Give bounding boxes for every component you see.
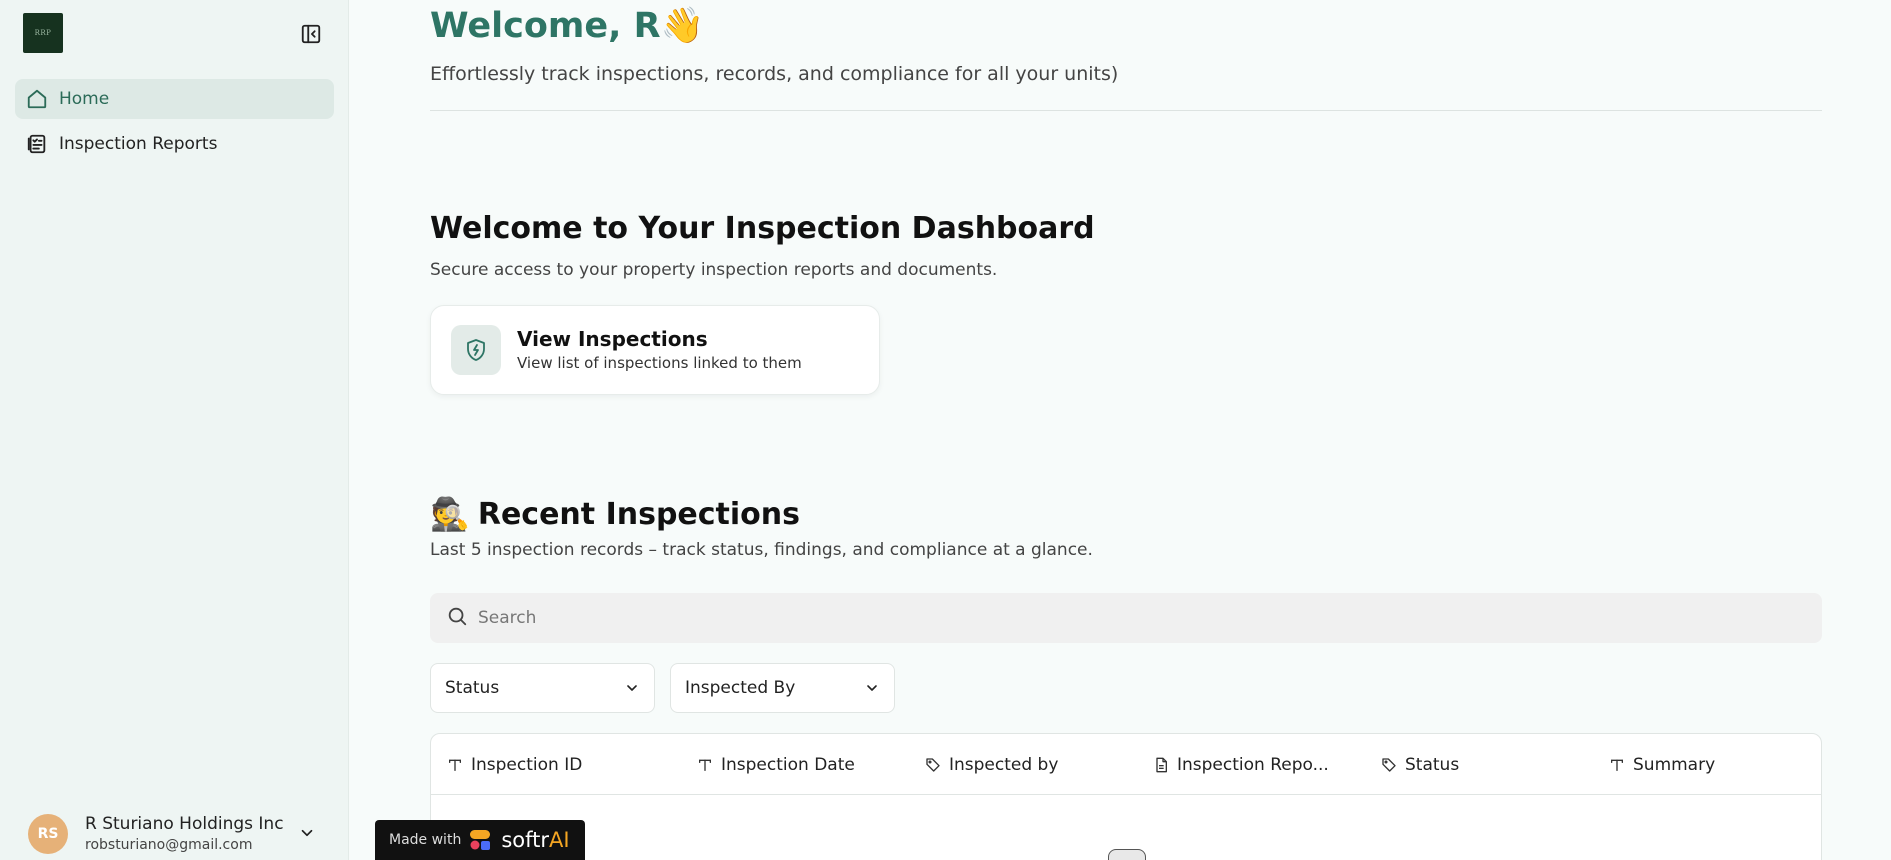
softr-logo-icon bbox=[469, 829, 491, 851]
divider bbox=[430, 110, 1822, 111]
recent-inspections-title: 🕵️ Recent Inspections bbox=[430, 495, 800, 533]
dashboard-title: Welcome to Your Inspection Dashboard bbox=[430, 211, 1095, 246]
welcome-text: Welcome, R bbox=[430, 6, 661, 46]
filter-label: Inspected By bbox=[685, 678, 796, 698]
view-inspections-card[interactable]: View Inspections View list of inspection… bbox=[430, 305, 880, 395]
search-icon bbox=[446, 605, 468, 631]
sidebar-item-inspection-reports[interactable]: Inspection Reports bbox=[15, 124, 334, 164]
column-header-inspected-by[interactable]: Inspected by bbox=[925, 734, 1058, 795]
column-header-inspection-report[interactable]: Inspection Repo... bbox=[1153, 734, 1329, 795]
user-email: robsturiano@gmail.com bbox=[85, 837, 253, 853]
made-with-softr-badge[interactable]: Made with softrAI bbox=[375, 820, 585, 860]
column-label: Status bbox=[1405, 754, 1460, 775]
column-label: Summary bbox=[1633, 754, 1716, 775]
card-description: View list of inspections linked to them bbox=[517, 354, 802, 372]
user-menu[interactable]: RS R Sturiano Holdings Inc robsturiano@g… bbox=[15, 808, 334, 860]
chevron-down-icon bbox=[867, 685, 877, 691]
sidebar-item-label: Home bbox=[59, 89, 110, 109]
status-filter-dropdown[interactable]: Status bbox=[430, 663, 655, 713]
dashboard-subtitle: Secure access to your property inspectio… bbox=[430, 260, 998, 280]
page-title: Welcome, R👋 bbox=[430, 5, 704, 46]
badge-brand-suffix: AI bbox=[549, 828, 570, 852]
avatar: RS bbox=[28, 814, 68, 854]
page-subtitle: Effortlessly track inspections, records,… bbox=[430, 63, 1119, 85]
column-header-summary[interactable]: Summary bbox=[1609, 734, 1715, 795]
card-title: View Inspections bbox=[517, 327, 708, 351]
inspected-by-filter-dropdown[interactable]: Inspected By bbox=[670, 663, 895, 713]
badge-brand-name: softr bbox=[501, 828, 549, 852]
document-icon bbox=[1153, 757, 1169, 773]
sidebar-item-home[interactable]: Home bbox=[15, 79, 334, 119]
sidebar: RRP Home Inspection Reports RS R Sturian… bbox=[0, 0, 349, 860]
table-header: Inspection ID Inspection Date Inspected … bbox=[431, 734, 1821, 795]
search-bar bbox=[430, 593, 1822, 643]
text-type-icon bbox=[697, 757, 713, 773]
collapse-sidebar-button[interactable] bbox=[298, 21, 324, 47]
column-label: Inspected by bbox=[949, 754, 1059, 775]
column-label: Inspection Repo... bbox=[1177, 754, 1329, 775]
tag-icon bbox=[925, 757, 941, 773]
inspections-table: Inspection ID Inspection Date Inspected … bbox=[430, 733, 1822, 860]
report-icon bbox=[25, 132, 49, 156]
sidebar-item-label: Inspection Reports bbox=[59, 134, 218, 154]
search-input[interactable] bbox=[478, 608, 1778, 628]
detective-emoji: 🕵️ bbox=[430, 495, 470, 533]
column-label: Inspection Date bbox=[721, 754, 855, 775]
badge-made-with: Made with bbox=[389, 832, 462, 848]
text-type-icon bbox=[447, 757, 463, 773]
column-label: Inspection ID bbox=[471, 754, 583, 775]
chevron-down-icon bbox=[298, 824, 316, 846]
wave-emoji: 👋 bbox=[660, 6, 705, 46]
sidebar-collapse-icon bbox=[301, 24, 321, 44]
column-header-inspection-id[interactable]: Inspection ID bbox=[447, 734, 582, 795]
column-header-inspection-date[interactable]: Inspection Date bbox=[697, 734, 855, 795]
tag-icon bbox=[1381, 757, 1397, 773]
column-header-status[interactable]: Status bbox=[1381, 734, 1459, 795]
text-type-icon bbox=[1609, 757, 1625, 773]
badge-brand: softrAI bbox=[501, 828, 569, 852]
recent-title-text: Recent Inspections bbox=[477, 496, 800, 532]
shield-bolt-icon bbox=[451, 325, 501, 375]
home-icon bbox=[25, 87, 49, 111]
logo-text: RRP bbox=[34, 29, 52, 37]
recent-inspections-subtitle: Last 5 inspection records – track status… bbox=[430, 540, 1093, 560]
filter-label: Status bbox=[445, 678, 500, 698]
company-logo[interactable]: RRP bbox=[23, 13, 63, 53]
empty-state-illustration bbox=[1108, 849, 1146, 860]
chevron-down-icon bbox=[627, 685, 637, 691]
user-name: R Sturiano Holdings Inc bbox=[85, 814, 284, 834]
